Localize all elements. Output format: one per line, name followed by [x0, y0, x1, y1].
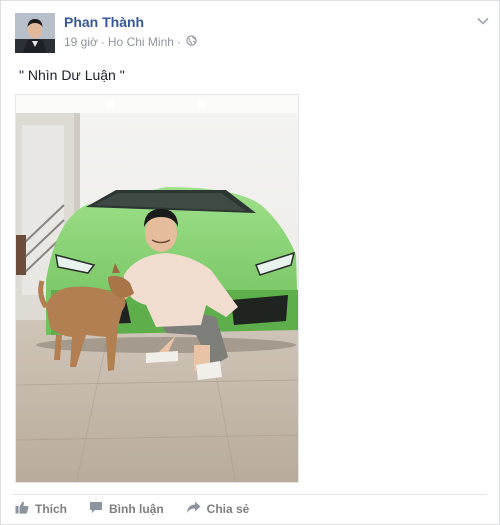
share-arrow-icon	[186, 501, 201, 517]
post-meta: 19 giờ · Ho Chi Minh ·	[64, 35, 197, 49]
post-photo[interactable]	[15, 94, 299, 483]
like-button[interactable]: Thích	[15, 501, 67, 517]
globe-icon	[186, 35, 197, 49]
comment-button[interactable]: Bình luận	[89, 501, 164, 517]
post-actions: Thích Bình luận Chia sẻ	[15, 501, 249, 517]
comment-label: Bình luận	[109, 502, 164, 516]
like-label: Thích	[35, 502, 67, 516]
thumbs-up-icon	[15, 501, 29, 517]
action-divider	[13, 494, 487, 495]
author-name[interactable]: Phan Thành	[64, 14, 144, 30]
post-text: " Nhìn Dư Luận "	[19, 67, 125, 83]
post-timestamp[interactable]: 19 giờ	[64, 35, 98, 49]
author-avatar[interactable]	[15, 13, 55, 53]
chevron-down-icon[interactable]	[475, 13, 491, 29]
post-header: Phan Thành 19 giờ · Ho Chi Minh ·	[15, 13, 489, 57]
share-label: Chia sẻ	[206, 502, 250, 516]
meta-separator: ·	[100, 35, 105, 49]
meta-separator-2: ·	[176, 35, 181, 49]
post-card: Phan Thành 19 giờ · Ho Chi Minh · " Nhìn…	[0, 0, 500, 525]
comment-icon	[89, 501, 103, 517]
share-button[interactable]: Chia sẻ	[186, 501, 250, 517]
post-location[interactable]: Ho Chi Minh	[108, 35, 174, 49]
